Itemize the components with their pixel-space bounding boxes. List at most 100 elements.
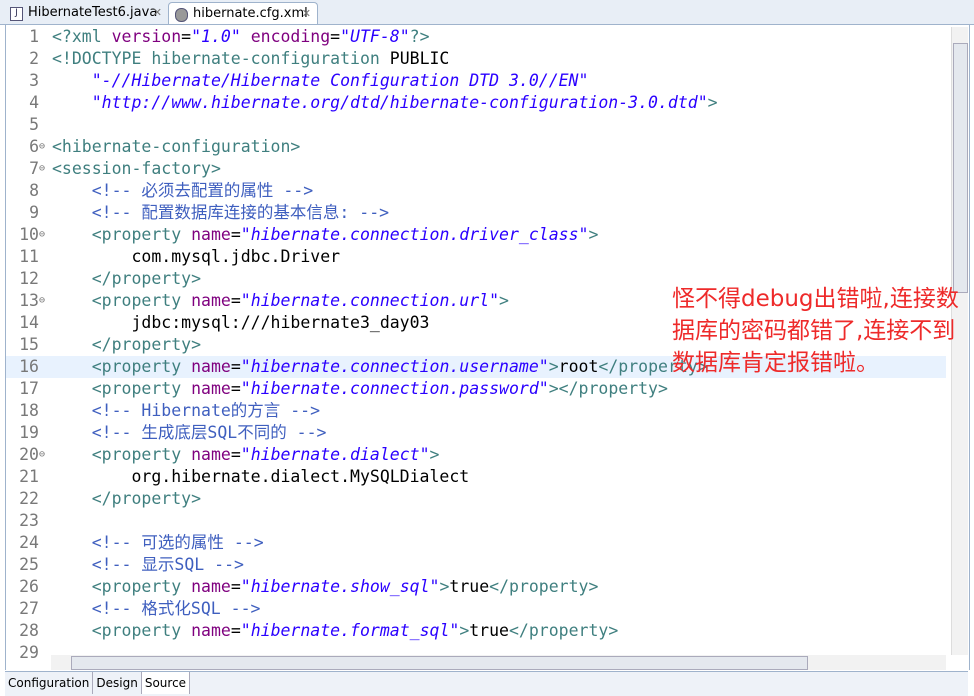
code-line[interactable]: 9 <!-- 配置数据库连接的基本信息: --> (6, 202, 946, 224)
token-tag: <!DOCTYPE hibernate-configuration (52, 49, 390, 68)
scrollbar-thumb[interactable] (953, 43, 968, 293)
code-line[interactable]: 19 <!-- 生成底层SQL不同的 --> (6, 422, 946, 444)
code-line[interactable]: 21 org.hibernate.dialect.MySQLDialect (6, 466, 946, 488)
token-attr: name (191, 291, 231, 310)
code-line[interactable]: 10 ⊖ <property name="hibernate.connection… (6, 224, 946, 246)
tab-hibernatetest6-java[interactable]: J HibernateTest6.java ✕ (4, 2, 168, 24)
token-attr: name (191, 445, 231, 464)
scrollbar-thumb[interactable] (71, 656, 808, 670)
code-text: <property name="hibernate.connection.url… (52, 290, 509, 312)
line-number: 6 (29, 137, 39, 156)
code-line[interactable]: 7 ⊖ <session-factory> (6, 158, 946, 180)
token-txt: = (230, 225, 241, 244)
horizontal-scrollbar[interactable] (51, 655, 946, 670)
code-line[interactable]: 25 <!-- 显示SQL --> (6, 554, 946, 576)
close-icon[interactable]: ✕ (153, 2, 162, 24)
fold-toggle-icon[interactable]: ⊖ (39, 136, 45, 158)
token-tag: > (548, 357, 559, 376)
code-text: <!-- 格式化SQL --> (52, 598, 261, 620)
token-txt: jdbc:mysql:///hibernate3_day03 (52, 313, 430, 332)
code-line[interactable]: 8 <!-- 必须去配置的属性 --> (6, 180, 946, 202)
editor-tab-bar: J HibernateTest6.java ✕ hibernate.cfg.xm… (0, 0, 974, 25)
line-number: 5 (29, 115, 39, 134)
code-line[interactable]: 23 (6, 510, 946, 532)
token-txt: org.hibernate.dialect.MySQLDialect (52, 467, 470, 486)
code-line[interactable]: 6 ⊖ <hibernate-configuration> (6, 136, 946, 158)
fold-toggle-icon[interactable]: ⊖ (39, 444, 45, 466)
token-tag: <property (52, 225, 192, 244)
token-txt: true (449, 577, 490, 596)
token-str: "UTF-8" (340, 27, 410, 46)
tab-source[interactable]: Source (141, 672, 191, 694)
token-tag: > (707, 93, 718, 112)
line-number: 22 (19, 489, 39, 508)
token-txt: = (330, 27, 341, 46)
line-number: 1 (29, 27, 39, 46)
code-line[interactable]: 1 <?xml version="1.0" encoding="UTF-8"?> (6, 26, 946, 48)
fold-toggle-icon[interactable]: ⊖ (39, 290, 45, 312)
code-text: "http://www.hibernate.org/dtd/hibernate-… (52, 92, 718, 114)
token-str: "hibernate.connection.username" (240, 357, 549, 376)
line-number: 7 (29, 159, 39, 178)
line-number: 13 (19, 291, 39, 310)
token-tag: > (499, 291, 509, 310)
token-txt: = (230, 577, 241, 596)
token-txt: = (230, 621, 241, 640)
close-icon[interactable]: ✕ (302, 3, 311, 25)
code-line[interactable]: 5 (6, 114, 946, 136)
code-line[interactable]: 20 ⊖ <property name="hibernate.dialect"> (6, 444, 946, 466)
token-cmt: <!-- 可选的属性 --> (52, 533, 264, 552)
code-line[interactable]: 2 <!DOCTYPE hibernate-configuration PUBLI… (6, 48, 946, 70)
code-text: <property name="hibernate.connection.use… (52, 356, 708, 378)
token-str: "1.0" (191, 27, 241, 46)
line-number: 17 (19, 379, 39, 398)
line-number: 27 (19, 599, 39, 618)
tab-design[interactable]: Design (93, 672, 142, 694)
code-text: <!-- 显示SQL --> (52, 554, 244, 576)
token-tag: <property (52, 291, 192, 310)
token-pi: <?xml (52, 27, 112, 46)
line-number: 14 (19, 313, 39, 332)
line-number: 19 (19, 423, 39, 442)
code-line[interactable]: 22 </property> (6, 488, 946, 510)
code-line[interactable]: 11 com.mysql.jdbc.Driver (6, 246, 946, 268)
code-line[interactable]: 18 <!-- Hibernate的方言 --> (6, 400, 946, 422)
token-tag: <property (52, 445, 192, 464)
tab-label: hibernate.cfg.xml (193, 6, 308, 21)
token-tag: ></property> (548, 379, 668, 398)
tab-label: HibernateTest6.java (28, 5, 158, 20)
line-number: 9 (29, 203, 39, 222)
fold-toggle-icon[interactable]: ⊖ (39, 224, 45, 246)
code-text: <!-- 可选的属性 --> (52, 532, 264, 554)
line-number: 29 (19, 643, 39, 662)
tab-hibernate-cfg-xml[interactable]: hibernate.cfg.xml ✕ (168, 2, 318, 24)
token-attr: version (111, 27, 182, 46)
code-line[interactable]: 27 <!-- 格式化SQL --> (6, 598, 946, 620)
token-tag: </property> (489, 577, 599, 596)
code-text: <property name="hibernate.connection.pas… (52, 378, 668, 400)
line-number: 8 (29, 181, 39, 200)
code-line[interactable]: 26 <property name="hibernate.show_sql">t… (6, 576, 946, 598)
code-line[interactable]: 4 "http://www.hibernate.org/dtd/hibernat… (6, 92, 946, 114)
token-txt: com.mysql.jdbc.Driver (52, 247, 341, 266)
code-line[interactable]: 28 <property name="hibernate.format_sql"… (6, 620, 946, 642)
tab-configuration[interactable]: Configuration (5, 672, 94, 694)
code-text: <property name="hibernate.dialect"> (52, 444, 440, 466)
code-text: <property name="hibernate.format_sql">tr… (52, 620, 619, 642)
line-number: 16 (19, 357, 39, 376)
token-str: "hibernate.connection.driver_class" (240, 225, 589, 244)
token-str: "hibernate.format_sql" (240, 621, 460, 640)
fold-toggle-icon[interactable]: ⊖ (39, 158, 45, 180)
code-text: <!DOCTYPE hibernate-configuration PUBLIC (52, 48, 449, 70)
code-text: <!-- Hibernate的方言 --> (52, 400, 320, 422)
token-pi: ?> (409, 27, 430, 46)
line-number: 4 (29, 93, 39, 112)
line-number: 10 (19, 225, 39, 244)
line-number: 23 (19, 511, 39, 530)
code-line[interactable]: 3 "-//Hibernate/Hibernate Configuration … (6, 70, 946, 92)
code-line[interactable]: 24 <!-- 可选的属性 --> (6, 532, 946, 554)
line-number: 12 (19, 269, 39, 288)
token-tag: > (459, 621, 470, 640)
token-tag: <session-factory> (52, 159, 221, 178)
code-line[interactable]: 17 <property name="hibernate.connection.… (6, 378, 946, 400)
